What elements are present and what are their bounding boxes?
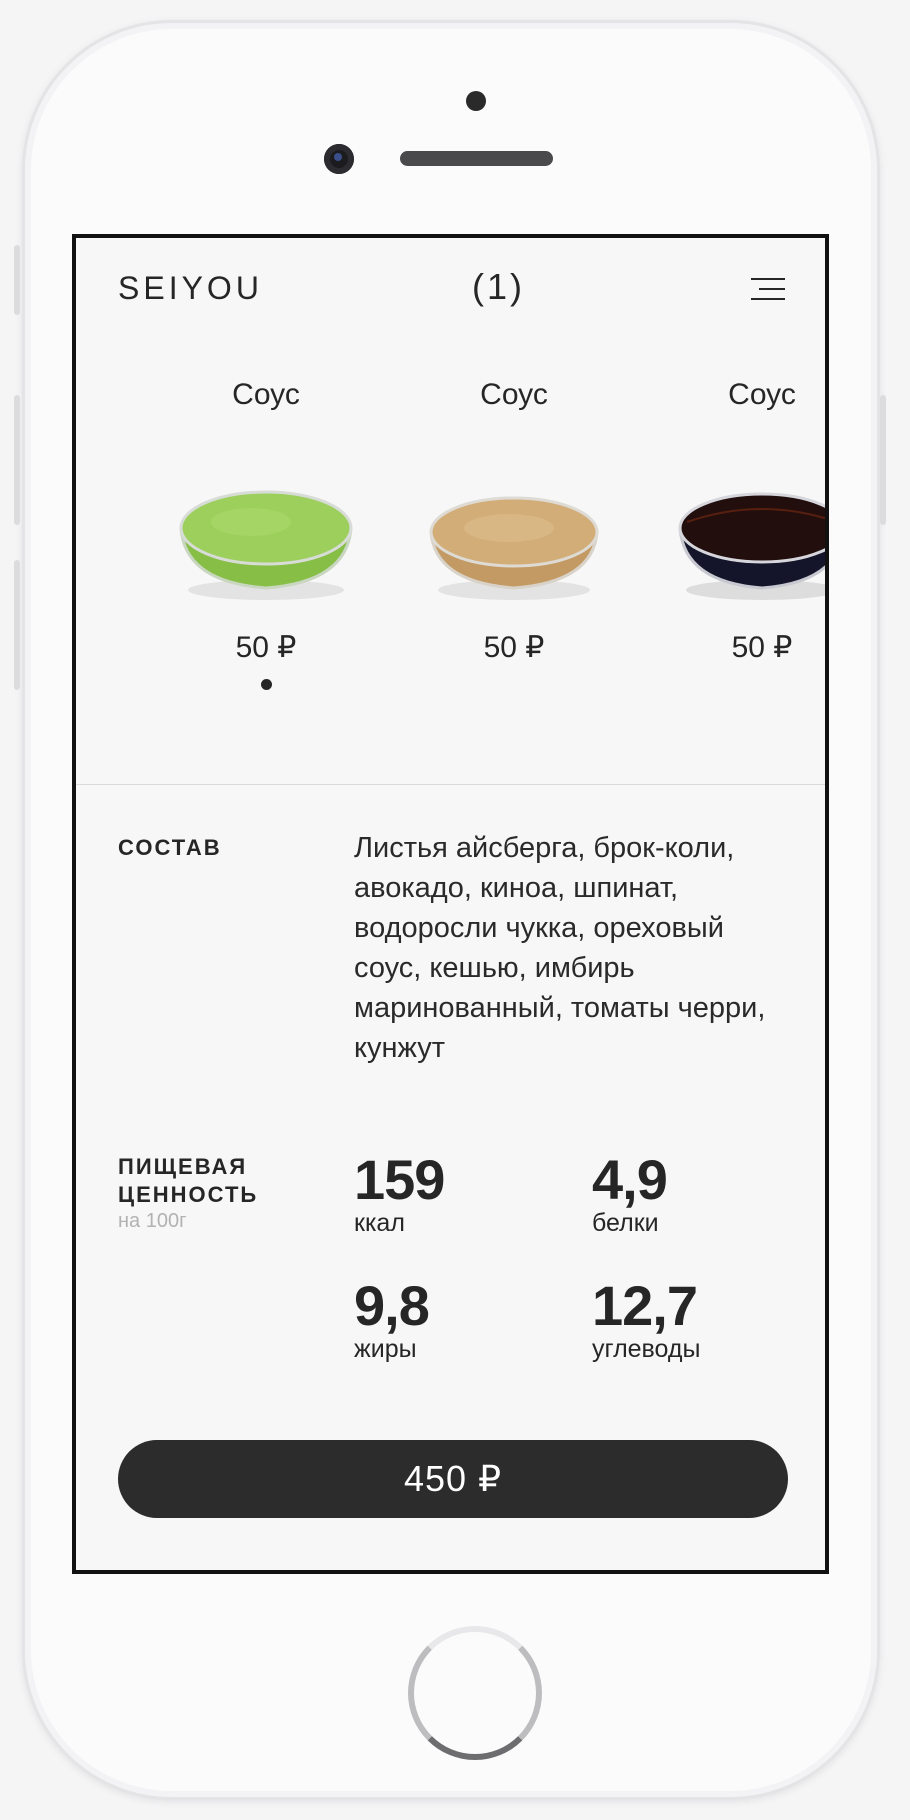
sauce-name: Соус [480, 378, 548, 411]
composition-label: СОСТАВ [118, 835, 222, 860]
section-divider [76, 784, 825, 785]
top-bar: SEIYOU (1) [76, 238, 825, 338]
nutrition-item-kcal: 159 ккал [354, 1150, 574, 1238]
nutrition-label: белки [592, 1209, 659, 1237]
nutrition-value: 12,7 [592, 1274, 698, 1337]
nutrition-label-line2: ЦЕННОСТЬ [118, 1182, 259, 1207]
nutrition-value: 4,9 [592, 1148, 668, 1211]
proximity-sensor [466, 91, 486, 111]
nutrition-label: ПИЩЕВАЯ ЦЕННОСТЬ [118, 1153, 258, 1209]
sauce-price: 50 ₽ [483, 631, 545, 664]
mute-switch[interactable] [14, 245, 20, 315]
volume-up-button[interactable] [14, 395, 20, 525]
sauce-carousel: Соус 50 ₽ Соус 50 ₽ Соус 50 ₽ [76, 378, 825, 708]
composition-text: Листья айсберга, брок-коли, авокадо, кин… [354, 832, 766, 1064]
nutrition-item-protein: 4,9 белки [592, 1150, 812, 1238]
nutrition-item-carbs: 12,7 углеводы [592, 1276, 812, 1364]
nutrition-label: углеводы [592, 1335, 701, 1363]
earpiece-speaker [400, 151, 553, 166]
selected-indicator [260, 679, 272, 690]
sauce-price: 50 ₽ [235, 631, 297, 664]
volume-down-button[interactable] [14, 560, 20, 690]
nutrition-per-label: на 100г [118, 1210, 187, 1232]
cart-count[interactable]: (1) [472, 266, 525, 308]
sauce-bowl-image [399, 470, 629, 610]
home-button[interactable] [408, 1626, 542, 1760]
sauce-item[interactable]: Соус 50 ₽ [399, 378, 629, 665]
menu-icon[interactable] [751, 278, 785, 306]
add-to-cart-button[interactable]: 450 ₽ [118, 1440, 788, 1518]
nutrition-item-fat: 9,8 жиры [354, 1276, 574, 1364]
sauce-name: Соус [232, 378, 300, 411]
power-button[interactable] [880, 395, 886, 525]
sauce-bowl-image [151, 470, 381, 610]
front-camera [324, 144, 354, 174]
nutrition-label: ккал [354, 1209, 405, 1237]
sauce-price: 50 ₽ [731, 631, 793, 664]
nutrition-value: 159 [354, 1148, 445, 1211]
sauce-bowl-image [647, 470, 825, 610]
brand-logo[interactable]: SEIYOU [118, 270, 263, 307]
app-screen: SEIYOU (1) Соус 50 ₽ Соус 50 ₽ Соус 50 ₽… [72, 234, 829, 1574]
nutrition-label-line1: ПИЩЕВАЯ [118, 1154, 248, 1179]
sauce-item[interactable]: Соус 50 ₽ [151, 378, 381, 690]
nutrition-label: жиры [354, 1335, 417, 1363]
nutrition-value: 9,8 [354, 1274, 430, 1337]
sauce-item[interactable]: Соус 50 ₽ [647, 378, 825, 665]
sauce-name: Соус [728, 378, 796, 411]
